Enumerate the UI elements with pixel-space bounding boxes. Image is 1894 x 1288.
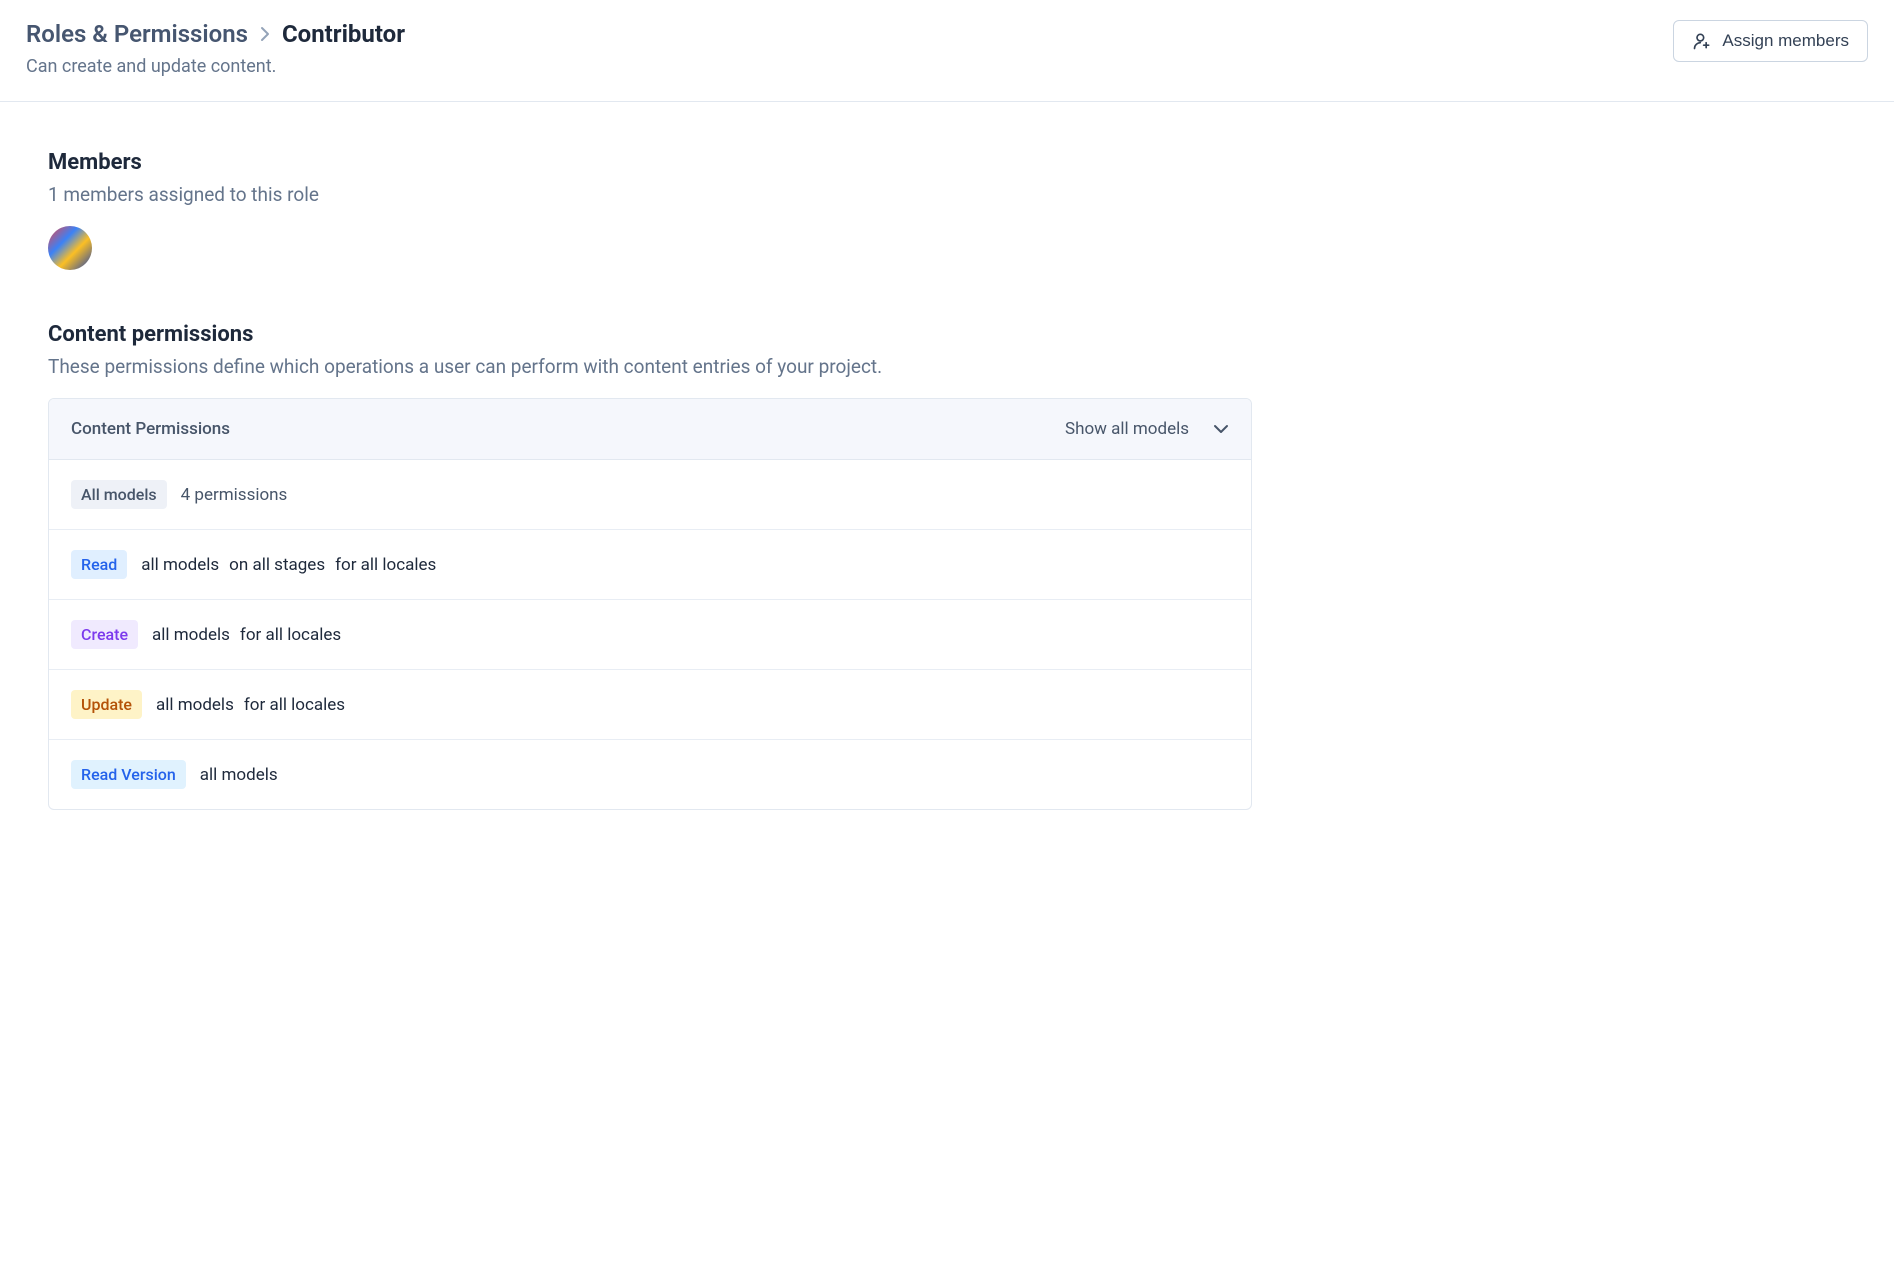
- show-all-label: Show all models: [1065, 419, 1189, 439]
- main-content: Members 1 members assigned to this role …: [0, 102, 1300, 898]
- content-permissions-title: Content permissions: [48, 322, 1252, 347]
- assign-members-label: Assign members: [1722, 31, 1849, 51]
- page-subtitle: Can create and update content.: [26, 56, 405, 77]
- content-permissions-subtitle: These permissions define which operation…: [48, 355, 1252, 378]
- avatar[interactable]: [48, 226, 92, 270]
- permission-detail: all models: [156, 695, 234, 715]
- breadcrumb-parent[interactable]: Roles & Permissions: [26, 20, 248, 48]
- page-header: Roles & Permissions Contributor Can crea…: [0, 0, 1894, 102]
- permission-detail: all models: [200, 765, 278, 785]
- permission-row[interactable]: Create all models for all locales: [49, 600, 1251, 670]
- chevron-right-icon: [260, 26, 270, 42]
- permission-detail: on all stages: [229, 555, 325, 575]
- card-header-title: Content Permissions: [71, 419, 230, 439]
- assign-members-button[interactable]: Assign members: [1673, 20, 1868, 62]
- members-title: Members: [48, 150, 1252, 175]
- permission-action-tag: Update: [71, 690, 142, 719]
- permission-row[interactable]: Read Version all models: [49, 740, 1251, 809]
- permission-detail: for all locales: [240, 625, 341, 645]
- permission-details: all models for all locales: [152, 625, 341, 645]
- members-subtitle: 1 members assigned to this role: [48, 183, 1252, 206]
- permission-details: all models on all stages for all locales: [141, 555, 436, 575]
- permission-row[interactable]: Update all models for all locales: [49, 670, 1251, 740]
- permissions-summary-row[interactable]: All models 4 permissions: [49, 460, 1251, 530]
- breadcrumb-current: Contributor: [282, 20, 405, 48]
- permission-detail: for all locales: [335, 555, 436, 575]
- user-plus-icon: [1692, 31, 1712, 51]
- show-all-models-toggle[interactable]: Show all models: [1065, 419, 1229, 439]
- permission-details: all models: [200, 765, 278, 785]
- breadcrumb: Roles & Permissions Contributor: [26, 20, 405, 48]
- content-permissions-section: Content permissions These permissions de…: [48, 322, 1252, 810]
- permissions-card: Content Permissions Show all models All …: [48, 398, 1252, 810]
- chevron-down-icon: [1213, 424, 1229, 434]
- permission-detail: all models: [141, 555, 219, 575]
- all-models-tag: All models: [71, 480, 167, 509]
- permission-detail: all models: [152, 625, 230, 645]
- permission-action-tag: Read Version: [71, 760, 186, 789]
- permission-action-tag: Read: [71, 550, 127, 579]
- permission-detail: for all locales: [244, 695, 345, 715]
- permission-row[interactable]: Read all models on all stages for all local…: [49, 530, 1251, 600]
- permission-action-tag: Create: [71, 620, 138, 649]
- permission-details: all models for all locales: [156, 695, 345, 715]
- permissions-card-header: Content Permissions Show all models: [49, 399, 1251, 460]
- permissions-count: 4 permissions: [181, 485, 288, 505]
- members-section: Members 1 members assigned to this role: [48, 150, 1252, 274]
- breadcrumb-block: Roles & Permissions Contributor Can crea…: [26, 20, 405, 77]
